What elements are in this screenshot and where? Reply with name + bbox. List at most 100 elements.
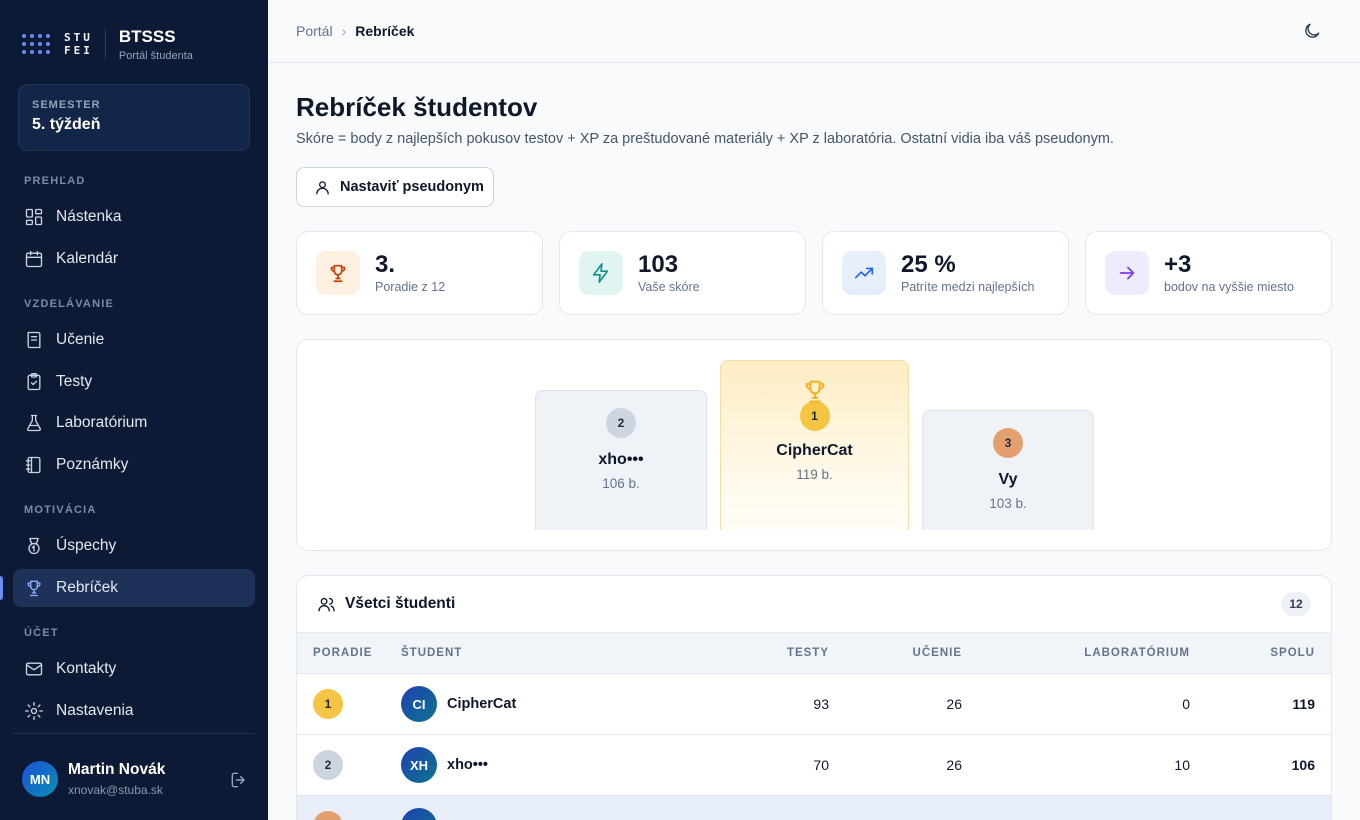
cell-total: 119 — [1292, 696, 1315, 712]
sidebar-item-calendar[interactable]: Kalendár — [13, 240, 255, 278]
sidebar-item-label: Učenie — [56, 331, 105, 348]
set-pseudonym-button[interactable]: Nastaviť pseudonym — [296, 167, 494, 207]
rank-badge — [313, 811, 343, 820]
rank-badge: 1 — [799, 401, 830, 431]
sidebar-item-label: Testy — [56, 373, 93, 390]
sidebar-item-label: Kalendár — [56, 250, 119, 267]
page-title: Rebríček študentov — [296, 92, 538, 122]
brand-subtitle: Portál študenta — [118, 49, 193, 62]
notebook-icon — [25, 456, 41, 474]
sidebar-item-leaderboard[interactable]: Rebríček — [13, 569, 255, 607]
sidebar-item-settings[interactable]: Nastavenia — [13, 692, 255, 730]
breadcrumb-current: Rebríček — [355, 23, 415, 39]
logout-button[interactable] — [229, 770, 249, 790]
stat-value: +3 — [1164, 251, 1192, 278]
calendar-icon — [25, 250, 43, 268]
semester-label: SEMESTER — [32, 99, 101, 111]
user-email: xnovak@stuba.sk — [68, 783, 163, 797]
table-header: Všetci študenti 12 — [297, 576, 1331, 633]
sidebar-item-label: Nástenka — [56, 208, 122, 225]
user-divider — [13, 733, 255, 734]
theme-toggle-button[interactable] — [1302, 21, 1324, 43]
breadcrumb: Portál › Rebríček — [296, 23, 414, 39]
cell-laboratory: 10 — [1174, 757, 1190, 773]
column-student[interactable]: ŠTUDENT — [401, 633, 462, 674]
column-laboratory[interactable]: LABORATÓRIUM — [1084, 633, 1190, 674]
podium-name: xho••• — [598, 451, 644, 468]
sidebar-item-label: Úspechy — [56, 537, 117, 554]
dashboard-icon — [25, 208, 43, 226]
cell-learning: 26 — [946, 696, 962, 712]
table-title: Všetci študenti — [345, 595, 456, 612]
stat-label: Patríte medzi najlepších — [901, 280, 1035, 294]
column-learning[interactable]: UČENIE — [913, 633, 962, 674]
user-profile[interactable]: MN Martin Novák xnovak@stuba.sk — [22, 761, 165, 797]
student-name: xho••• — [447, 757, 489, 773]
stu-dots-logo-icon — [22, 34, 54, 54]
table-column-headers: PORADIE ŠTUDENT TESTY UČENIE LABORATÓRIU… — [297, 633, 1331, 674]
stat-card-points-to-next: +3 bodov na vyššie miesto — [1085, 231, 1332, 315]
sidebar-item-tests[interactable]: Testy — [13, 363, 255, 401]
brand-logo[interactable]: STU FEI BTSSS Portál študenta — [22, 26, 193, 62]
nav-section-motivation: MOTIVÁCIA — [24, 504, 97, 516]
podium-points: 119 b. — [796, 467, 833, 482]
sidebar-item-label: Kontakty — [56, 660, 117, 677]
student-name: CipherCat — [447, 696, 517, 712]
column-rank[interactable]: PORADIE — [313, 633, 372, 674]
stat-value: 3. — [375, 251, 396, 278]
trophy-icon — [27, 580, 41, 597]
avatar: XH — [401, 747, 437, 783]
sidebar-item-notes[interactable]: Poznámky — [13, 446, 255, 484]
trend-up-icon — [854, 267, 874, 279]
stat-value: 103 — [638, 251, 679, 278]
topbar: Portál › Rebríček — [268, 0, 1360, 63]
podium-third: 3 Vy 103 b. — [922, 410, 1094, 530]
cell-tests: 70 — [813, 757, 829, 773]
sidebar-item-achievements[interactable]: Úspechy — [13, 527, 255, 565]
medal-icon — [28, 537, 40, 555]
podium-first: 1 CipherCat 119 b. — [720, 360, 909, 530]
podium-name: CipherCat — [776, 442, 853, 459]
avatar — [401, 808, 437, 820]
sidebar-item-label: Laboratórium — [56, 414, 148, 431]
table-row-current-user[interactable] — [297, 796, 1331, 820]
student-count-badge: 12 — [1281, 592, 1311, 616]
podium-points: 103 b. — [989, 496, 1027, 511]
stat-card-score: 103 Vaše skóre — [559, 231, 806, 315]
nav-section-education: VZDELÁVANIE — [24, 298, 115, 310]
semester-week: 5. týždeň — [32, 116, 101, 133]
podium-points: 106 b. — [602, 476, 640, 491]
active-indicator — [0, 576, 3, 600]
sidebar-item-dashboard[interactable]: Nástenka — [13, 198, 255, 236]
sidebar-item-label: Nastavenia — [56, 702, 134, 719]
brand-title: BTSSS — [118, 26, 176, 46]
sidebar-item-contacts[interactable]: Kontakty — [13, 650, 255, 688]
bolt-icon — [592, 263, 609, 283]
table-row[interactable]: 2 XH xho••• 70 26 10 106 — [297, 735, 1331, 796]
sidebar: STU FEI BTSSS Portál študenta SEMESTER 5… — [0, 0, 268, 820]
stu-fei-wordmark: STU FEI — [64, 31, 93, 57]
mail-icon — [25, 662, 43, 676]
cell-laboratory: 0 — [1182, 696, 1190, 712]
rank-badge: 1 — [313, 689, 343, 719]
podium-second: 2 xho••• 106 b. — [535, 390, 707, 530]
clipboard-check-icon — [27, 373, 41, 391]
chevron-right-icon: › — [341, 23, 347, 39]
flask-icon — [27, 414, 41, 432]
column-total[interactable]: SPOLU — [1270, 633, 1315, 674]
table-row[interactable]: 1 CI CipherCat 93 26 0 119 — [297, 674, 1331, 735]
podium-name: Vy — [998, 471, 1018, 488]
stat-value: 25 % — [901, 251, 956, 278]
trophy-icon — [801, 377, 829, 405]
column-tests[interactable]: TESTY — [787, 633, 829, 674]
breadcrumb-portal[interactable]: Portál — [296, 23, 333, 39]
set-pseudonym-label: Nastaviť pseudonym — [340, 179, 484, 195]
sidebar-item-learning[interactable]: Učenie — [13, 321, 255, 359]
page-description: Skóre = body z najlepších pokusov testov… — [296, 131, 1114, 147]
stat-card-rank: 3. Poradie z 12 — [296, 231, 543, 315]
nav-section-overview: PREHĽAD — [24, 175, 86, 187]
moon-icon — [1305, 23, 1320, 38]
rank-badge: 2 — [313, 750, 343, 780]
sidebar-item-laboratory[interactable]: Laboratórium — [13, 404, 255, 442]
brand-divider — [104, 29, 106, 59]
